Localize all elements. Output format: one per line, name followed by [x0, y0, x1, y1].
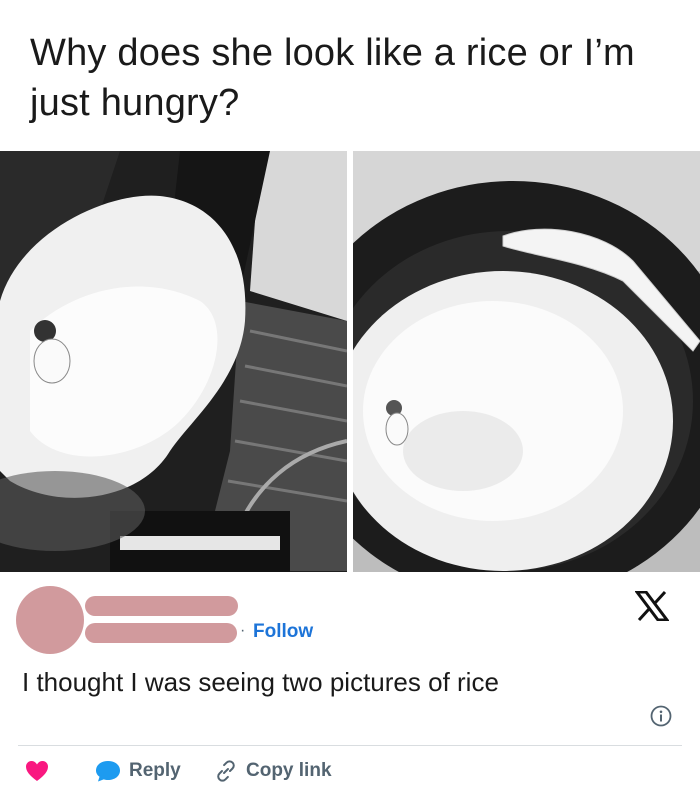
copy-link-label: Copy link [246, 760, 332, 781]
link-icon [217, 760, 235, 782]
follow-link[interactable]: Follow [253, 621, 313, 643]
heart-icon[interactable] [25, 760, 49, 782]
bride-staircase-photo [0, 151, 347, 572]
meme-caption: Why does she look like a rice or I’m jus… [30, 32, 635, 124]
follow-separator: · [240, 622, 246, 639]
reply-button[interactable]: Reply [95, 756, 181, 786]
redacted-avatar[interactable] [16, 586, 84, 654]
action-divider [18, 745, 682, 746]
speech-bubble-icon [96, 761, 120, 782]
redacted-username[interactable] [85, 623, 237, 643]
tweet-card: · Follow I thought I was seeing two pict… [0, 572, 700, 799]
info-icon[interactable] [650, 705, 672, 727]
rice-cooker-photo [353, 151, 700, 572]
x-logo-icon[interactable] [635, 591, 669, 621]
redacted-display-name[interactable] [85, 596, 238, 616]
copy-link-button[interactable]: Copy link [214, 756, 332, 786]
tweet-actions: Reply Copy link [0, 756, 700, 786]
tweet-text: I thought I was seeing two pictures of r… [22, 667, 499, 697]
reply-label: Reply [129, 760, 181, 781]
